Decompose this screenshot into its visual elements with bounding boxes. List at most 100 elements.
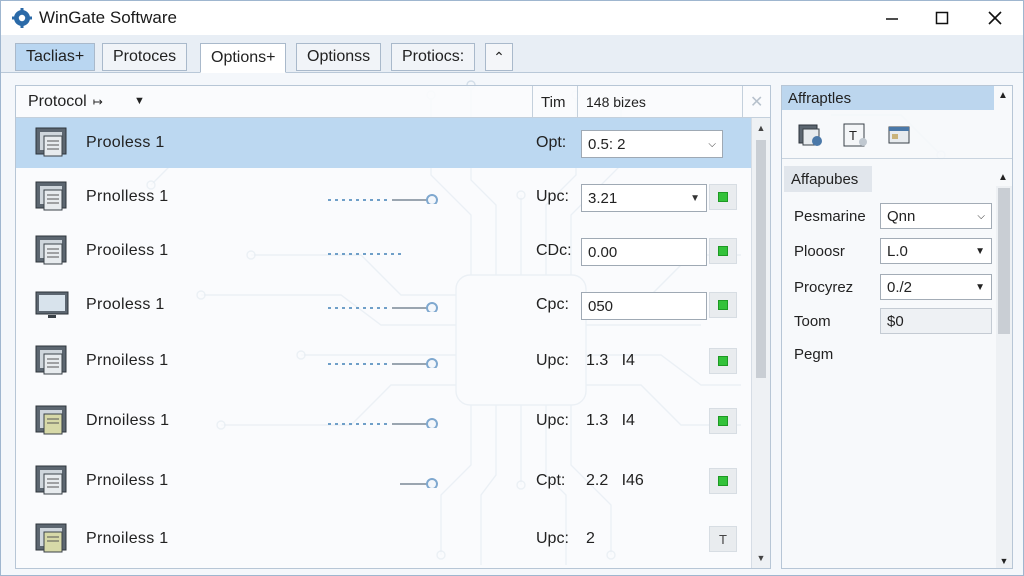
property-value: L.0: [887, 242, 908, 260]
property-label: Toom: [794, 313, 831, 330]
close-button[interactable]: [967, 1, 1023, 35]
resize-cursor-icon: ↦: [92, 95, 103, 109]
table-row[interactable]: Prnolless 1 Upc: 3.21 ▼: [16, 172, 751, 222]
option-value: 1.3 I4: [586, 412, 635, 429]
section-title[interactable]: Affapubes: [784, 166, 872, 192]
status-indicator: T: [709, 526, 737, 552]
column-header-size[interactable]: 148 bizes: [586, 94, 646, 110]
scroll-up-icon[interactable]: ▲: [752, 120, 770, 136]
dropdown-arrow-icon: ▼: [975, 245, 985, 257]
text-tool-button[interactable]: T: [840, 120, 870, 150]
option-value: 3.21: [588, 189, 618, 207]
column-header-time[interactable]: Tim: [541, 94, 565, 111]
table-row[interactable]: Prooless 1 Cpc: 050: [16, 280, 751, 330]
close-column-icon[interactable]: ✕: [750, 92, 763, 112]
protocol-list-panel: Protocol ↦ ▼ Tim 148 bizes ✕ Prooless 1 …: [15, 85, 771, 569]
panel-title: Affraptles: [782, 86, 994, 110]
option-label: Cpc:: [536, 296, 569, 313]
status-green-icon: [718, 192, 728, 202]
scroll-down-icon[interactable]: ▼: [752, 550, 770, 566]
window-tool-button[interactable]: [884, 120, 914, 150]
option-input[interactable]: 050: [581, 292, 707, 320]
scrollbar-thumb[interactable]: [998, 188, 1010, 334]
connection-line: [328, 194, 438, 204]
tab-protiocs[interactable]: Protiocs:: [391, 43, 476, 71]
server-icon: [35, 345, 67, 375]
server-settings-icon: [798, 124, 822, 146]
status-indicator: [709, 408, 737, 434]
protocol-name: Prnoiless 1: [86, 472, 169, 489]
option-value: 2.2 I46: [586, 472, 644, 489]
protocol-name: Prooiless 1: [86, 242, 169, 259]
chevron-down-icon: ⌵: [977, 210, 985, 222]
status-indicator: [709, 468, 737, 494]
monitor-icon: [35, 291, 69, 318]
option-label: Upc:: [536, 530, 569, 547]
tab-label: Protoces: [113, 48, 177, 65]
option-value: 1.3 I4: [586, 352, 635, 369]
server-icon: [35, 405, 67, 435]
option-input[interactable]: 0.00: [581, 238, 707, 266]
properties-panel: Affraptles ▲ T Affapubes ▲ Pesmarine Qnn…: [781, 85, 1013, 569]
option-label: Cpt:: [536, 472, 566, 489]
protocol-name: Prnoiless 1: [86, 530, 169, 547]
chevron-down-icon: ⌵: [708, 138, 716, 150]
dropdown-arrow-icon: ▼: [690, 192, 700, 204]
title-bar: WinGate Software: [1, 1, 1023, 35]
table-row[interactable]: Drnoiless 1 Upc: 1.3 I4: [16, 396, 751, 446]
property-label: Plooosr: [794, 243, 845, 260]
tab-options[interactable]: Options+: [200, 43, 287, 73]
panel-divider: [782, 158, 1012, 159]
maximize-icon: [935, 11, 949, 25]
scroll-down-icon[interactable]: ▼: [996, 556, 1012, 566]
server-icon: [35, 181, 67, 211]
minimize-icon: [886, 18, 898, 20]
tab-protoces[interactable]: Protoces: [102, 43, 188, 71]
property-label: Pegm: [794, 346, 834, 363]
dropdown-arrow-icon: ▼: [975, 281, 985, 293]
app-window: WinGate Software Taclias+ Protoces Optio…: [0, 0, 1024, 576]
property-label: Procyrez: [794, 279, 854, 296]
scrollbar-thumb[interactable]: [756, 140, 766, 378]
column-divider[interactable]: [532, 86, 533, 118]
collapse-up-icon[interactable]: ▲: [998, 90, 1008, 101]
tab-label: Taclias+: [26, 48, 85, 65]
protocol-name: Prooless 1: [86, 296, 165, 313]
property-value: 0./2: [887, 278, 913, 296]
option-label: Upc:: [536, 352, 569, 369]
maximize-button[interactable]: [917, 1, 967, 35]
column-header-protocol[interactable]: Protocol ↦: [28, 93, 103, 111]
table-row[interactable]: Prooiless 1 CDc: 0.00: [16, 226, 751, 276]
table-row[interactable]: Prnoiless 1 Upc: 1.3 I4: [16, 336, 751, 386]
minimize-button[interactable]: [867, 1, 917, 35]
option-label: CDc:: [536, 242, 572, 259]
property-dropdown[interactable]: Qnn ⌵: [880, 203, 992, 229]
panel-scrollbar[interactable]: ▼: [996, 186, 1012, 568]
tab-scroll-button[interactable]: ⌃: [485, 43, 513, 71]
option-dropdown[interactable]: 3.21 ▼: [581, 184, 707, 212]
option-label: Upc:: [536, 188, 569, 205]
collapse-up-icon[interactable]: ▲: [998, 172, 1008, 183]
tab-label: Protiocs:: [402, 48, 465, 65]
tab-optionss[interactable]: Optionss: [296, 43, 382, 71]
property-dropdown[interactable]: 0./2 ▼: [880, 274, 992, 300]
column-divider[interactable]: [742, 86, 743, 118]
connection-line: [328, 302, 438, 312]
table-row[interactable]: Prnoiless 1 Upc: 2 T: [16, 514, 751, 564]
status-green-icon: [718, 476, 728, 486]
property-dropdown[interactable]: L.0 ▼: [880, 238, 992, 264]
property-field[interactable]: $0: [880, 308, 992, 334]
list-scrollbar[interactable]: ▲ ▼: [751, 118, 770, 568]
table-row[interactable]: Prooless 1 Opt: 0.5: 2 ⌵: [16, 118, 751, 168]
option-value: 2: [586, 530, 595, 547]
option-label: Upc:: [536, 412, 569, 429]
option-dropdown[interactable]: 0.5: 2 ⌵: [581, 130, 723, 158]
column-divider[interactable]: [577, 86, 578, 118]
properties-tool-button[interactable]: [796, 120, 826, 150]
option-value: 050: [588, 297, 614, 315]
server-icon: [35, 235, 67, 265]
table-row[interactable]: Prnoiless 1 Cpt: 2.2 I46: [16, 456, 751, 506]
sort-dropdown-icon[interactable]: ▼: [134, 95, 145, 107]
tab-taclias[interactable]: Taclias+: [15, 43, 96, 71]
protocol-name: Drnoiless 1: [86, 412, 170, 429]
